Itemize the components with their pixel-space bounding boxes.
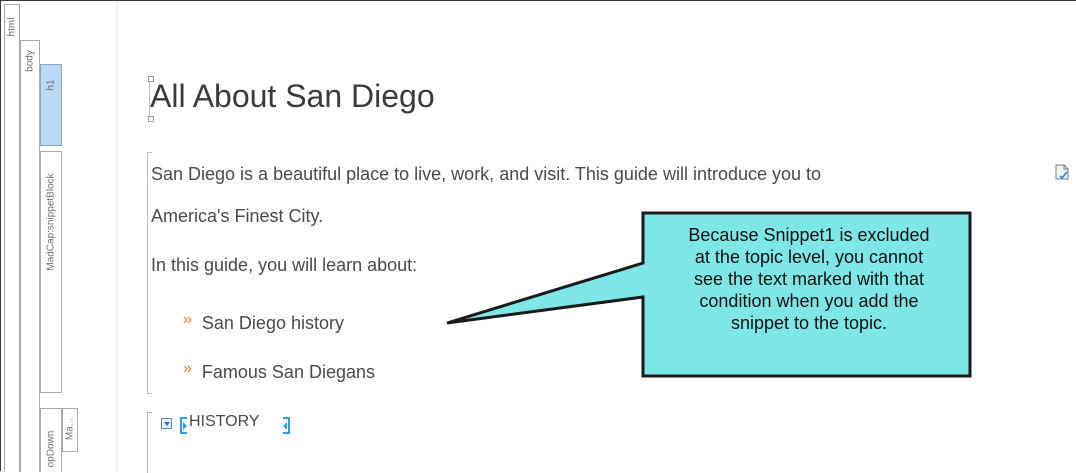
callout-text: Because Snippet1 is excluded at the topi…	[645, 224, 973, 334]
callout-line: condition when you add the	[699, 291, 919, 311]
callout-line: snippet to the topic.	[730, 313, 888, 333]
callout-line: Because Snippet1 is excluded	[688, 225, 930, 245]
callout-line: see the text marked with that	[693, 269, 925, 289]
callout-line: at the topic level, you cannot	[694, 247, 924, 267]
